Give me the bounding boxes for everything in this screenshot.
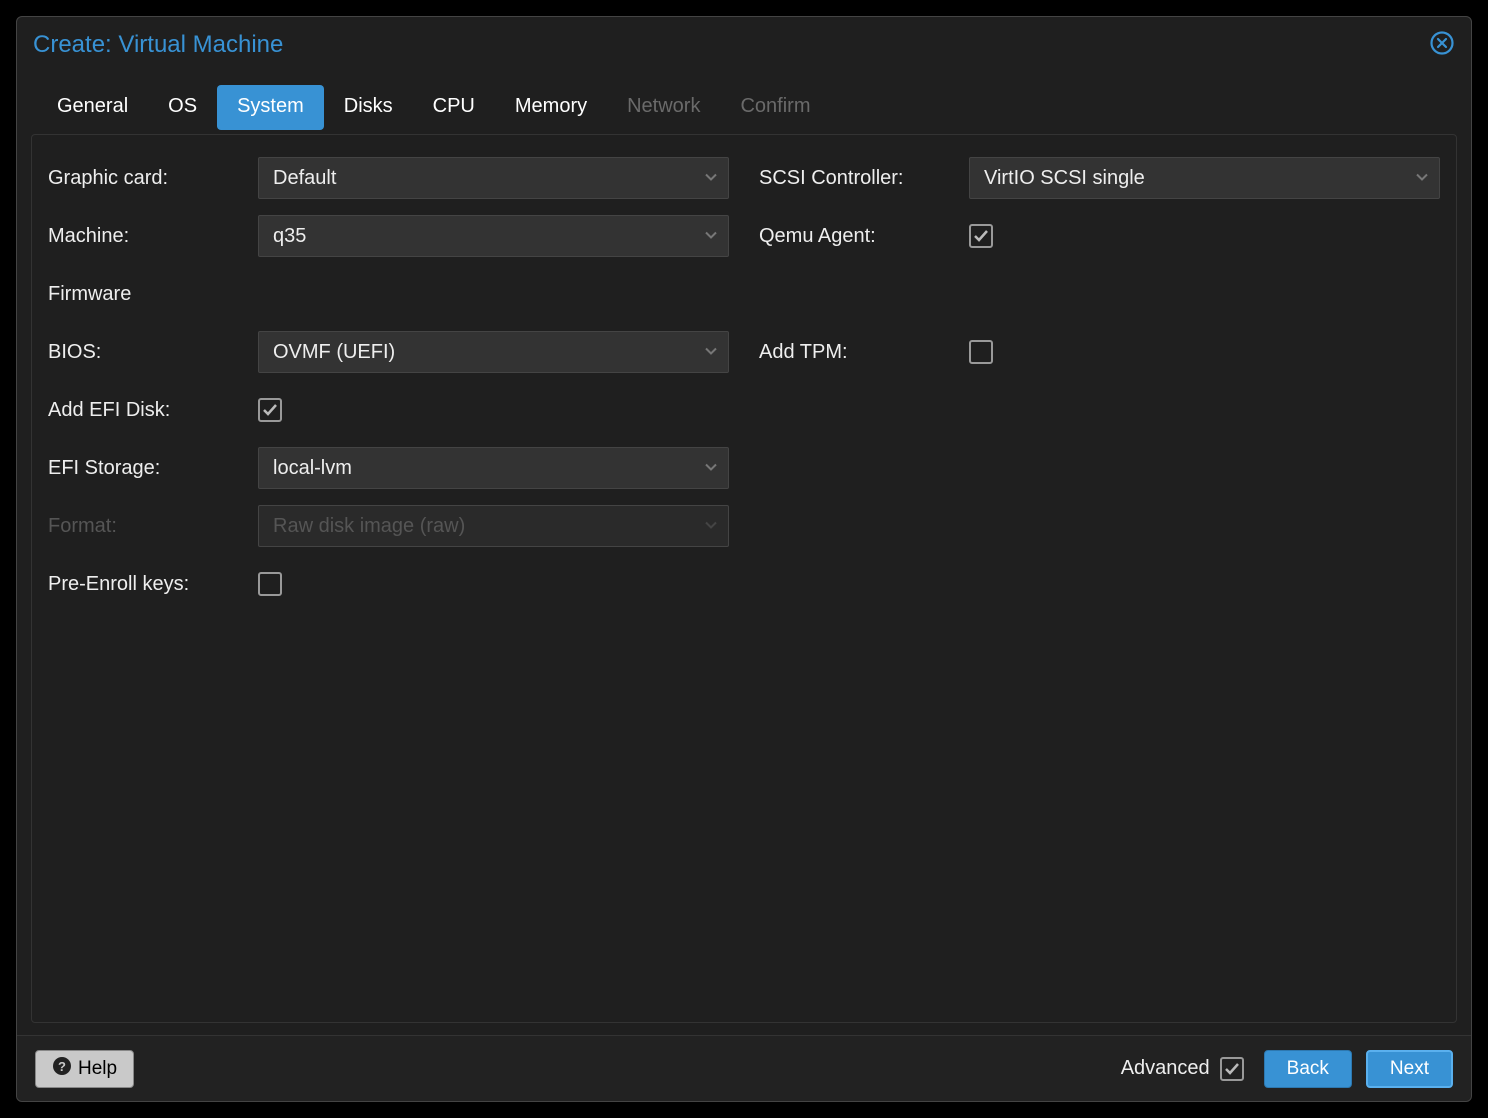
row-bios: BIOS: OVMF (UEFI) [48, 327, 729, 377]
chevron-down-icon [704, 515, 718, 538]
form-column-right: SCSI Controller: VirtIO SCSI single Qemu… [759, 153, 1440, 1004]
label-add-efi-disk: Add EFI Disk: [48, 399, 258, 422]
row-efi-storage: EFI Storage: local-lvm [48, 443, 729, 493]
row-firmware-header: Firmware [48, 269, 729, 319]
row-add-tpm: Add TPM: [759, 327, 1440, 377]
label-efi-storage: EFI Storage: [48, 457, 258, 480]
select-bios[interactable]: OVMF (UEFI) [258, 331, 729, 373]
select-value: Default [273, 167, 336, 190]
label-bios: BIOS: [48, 341, 258, 364]
advanced-toggle[interactable]: Advanced [1121, 1057, 1244, 1081]
row-graphic-card: Graphic card: Default [48, 153, 729, 203]
select-value: OVMF (UEFI) [273, 341, 395, 364]
label-machine: Machine: [48, 225, 258, 248]
chevron-down-icon [704, 225, 718, 248]
select-value: VirtIO SCSI single [984, 167, 1145, 190]
close-button[interactable] [1429, 32, 1455, 58]
help-button[interactable]: ? Help [35, 1050, 134, 1088]
label-scsi: SCSI Controller: [759, 167, 969, 190]
svg-text:?: ? [58, 1059, 66, 1074]
back-button[interactable]: Back [1264, 1050, 1352, 1088]
tab-memory[interactable]: Memory [495, 85, 607, 130]
select-scsi[interactable]: VirtIO SCSI single [969, 157, 1440, 199]
tab-confirm: Confirm [720, 85, 830, 130]
checkbox-add-efi-disk[interactable] [258, 398, 282, 422]
tab-disks[interactable]: Disks [324, 85, 413, 130]
checkbox-qemu-agent[interactable] [969, 224, 993, 248]
select-graphic-card[interactable]: Default [258, 157, 729, 199]
row-format: Format: Raw disk image (raw) [48, 501, 729, 551]
check-icon [261, 401, 279, 419]
row-scsi: SCSI Controller: VirtIO SCSI single [759, 153, 1440, 203]
chevron-down-icon [704, 167, 718, 190]
select-value: Raw disk image (raw) [273, 515, 465, 538]
row-spacer [759, 269, 1440, 319]
label-pre-enroll: Pre-Enroll keys: [48, 573, 258, 596]
tab-os[interactable]: OS [148, 85, 217, 130]
tab-network: Network [607, 85, 720, 130]
wizard-tabs: General OS System Disks CPU Memory Netwo… [17, 73, 1471, 130]
checkbox-advanced[interactable] [1220, 1057, 1244, 1081]
select-value: q35 [273, 225, 306, 248]
select-machine[interactable]: q35 [258, 215, 729, 257]
chevron-down-icon [704, 457, 718, 480]
next-button[interactable]: Next [1366, 1050, 1453, 1088]
row-machine: Machine: q35 [48, 211, 729, 261]
checkbox-pre-enroll[interactable] [258, 572, 282, 596]
form-column-left: Graphic card: Default Machine: q35 Firmw… [48, 153, 729, 1004]
dialog-titlebar: Create: Virtual Machine [17, 17, 1471, 73]
check-icon [1223, 1060, 1241, 1078]
section-firmware: Firmware [48, 283, 139, 306]
row-qemu-agent: Qemu Agent: [759, 211, 1440, 261]
help-icon: ? [52, 1056, 72, 1082]
tab-cpu[interactable]: CPU [413, 85, 495, 130]
label-graphic-card: Graphic card: [48, 167, 258, 190]
form-body: Graphic card: Default Machine: q35 Firmw… [31, 134, 1457, 1023]
label-format: Format: [48, 515, 258, 538]
chevron-down-icon [1415, 167, 1429, 190]
select-efi-storage[interactable]: local-lvm [258, 447, 729, 489]
row-add-efi-disk: Add EFI Disk: [48, 385, 729, 435]
create-vm-dialog: Create: Virtual Machine General OS Syste… [16, 16, 1472, 1102]
close-icon [1430, 31, 1454, 60]
tab-system[interactable]: System [217, 85, 324, 130]
label-qemu-agent: Qemu Agent: [759, 225, 969, 248]
row-pre-enroll: Pre-Enroll keys: [48, 559, 729, 609]
help-label: Help [78, 1058, 117, 1080]
dialog-title: Create: Virtual Machine [33, 31, 283, 59]
chevron-down-icon [704, 341, 718, 364]
advanced-label: Advanced [1121, 1057, 1210, 1080]
select-value: local-lvm [273, 457, 352, 480]
check-icon [972, 227, 990, 245]
select-format: Raw disk image (raw) [258, 505, 729, 547]
dialog-footer: ? Help Advanced Back Next [17, 1035, 1471, 1101]
label-add-tpm: Add TPM: [759, 341, 969, 364]
checkbox-add-tpm[interactable] [969, 340, 993, 364]
tab-general[interactable]: General [37, 85, 148, 130]
